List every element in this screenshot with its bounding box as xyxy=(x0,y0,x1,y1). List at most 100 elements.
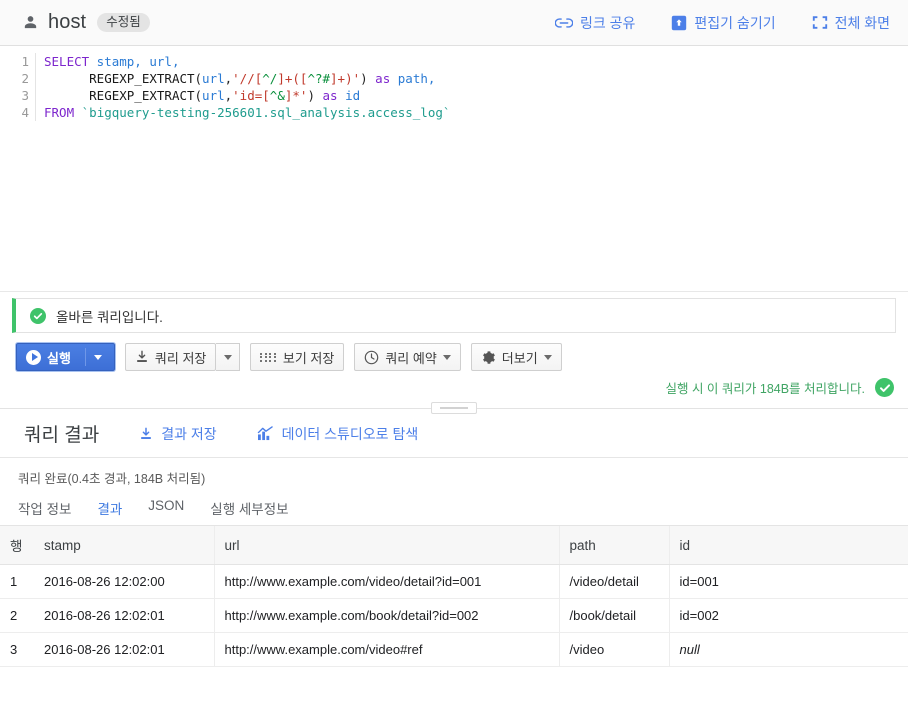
line-number: 2 xyxy=(21,71,29,86)
cell-path: /video/detail xyxy=(558,564,669,599)
sql-regex-1-class2: ^?# xyxy=(307,71,331,86)
cell-row-number: 2 xyxy=(0,598,34,633)
sql-arg-url-2: url xyxy=(202,88,225,103)
sql-line-2: REGEXP_EXTRACT(url,'//[^/]+([^?#]+)') as… xyxy=(44,70,908,87)
sql-select-columns: stamp, url, xyxy=(89,54,180,69)
page-title: host xyxy=(48,11,87,33)
sql-table-reference: `bigquery-testing-256601.sql_analysis.ac… xyxy=(81,105,451,120)
column-header-url: url xyxy=(213,525,559,565)
sql-regex-2-class: ^& xyxy=(269,88,285,103)
table-row[interactable]: 2 2016-08-26 12:02:01 http://www.example… xyxy=(0,598,908,633)
cell-filler xyxy=(749,564,908,599)
run-divider xyxy=(84,348,86,366)
sql-as-1: as xyxy=(367,71,398,86)
splitter-grip[interactable] xyxy=(431,402,477,414)
results-table: 행 stamp url path id 1 2016-08-26 12:02:0… xyxy=(0,525,908,667)
results-tabs: 작업 정보 결과 JSON 실행 세부정보 xyxy=(0,487,908,525)
panel-splitter[interactable] xyxy=(0,402,908,414)
schedule-query-button[interactable]: 쿼리 예약 xyxy=(354,343,461,371)
query-status: 쿼리 완료(0.4초 경과, 184B 처리됨) xyxy=(18,472,206,486)
sql-line-3: REGEXP_EXTRACT(url,'id=[^&]*') as id xyxy=(44,87,908,104)
sql-regex-1-open: '//[ xyxy=(232,71,263,86)
cell-path: /video xyxy=(558,632,669,667)
tab-results[interactable]: 결과 xyxy=(97,498,122,525)
sql-alias-id: id xyxy=(345,88,361,103)
tab-job-info[interactable]: 작업 정보 xyxy=(18,498,71,525)
sql-text[interactable]: SELECT stamp, url, REGEXP_EXTRACT(url,'/… xyxy=(36,53,908,121)
header-title-group: host 수정됨 xyxy=(22,11,150,34)
tab-execution-details[interactable]: 실행 세부정보 xyxy=(210,498,288,525)
save-query-button[interactable]: 쿼리 저장 xyxy=(124,343,217,371)
sql-code-area[interactable]: 1 2 3 4 SELECT stamp, url, REGEXP_EXTRAC… xyxy=(0,46,908,121)
validation-message: 올바른 쿼리입니다. xyxy=(56,309,163,325)
save-results-button[interactable]: 결과 저장 xyxy=(139,424,217,444)
explore-data-studio-label: 데이터 스튜디오로 탐색 xyxy=(281,425,419,442)
sql-regex-2-open: 'id=[ xyxy=(232,88,270,103)
line-number-gutter: 1 2 3 4 xyxy=(0,53,36,121)
more-label: 더보기 xyxy=(501,350,538,366)
query-toolbar: 실행 쿼리 저장 보기 저장 쿼리 예약 더보기 xyxy=(0,333,908,371)
chart-icon xyxy=(257,426,273,441)
column-header-filler xyxy=(749,525,908,565)
results-table-body: 1 2016-08-26 12:02:00 http://www.example… xyxy=(0,564,908,667)
run-button[interactable]: 실행 xyxy=(16,343,115,371)
top-header: host 수정됨 링크 공유 편집기 숨기기 전체 화면 xyxy=(0,0,908,46)
chevron-down-icon[interactable] xyxy=(543,354,552,360)
cell-stamp: 2016-08-26 12:02:01 xyxy=(34,632,214,667)
cell-row-number: 3 xyxy=(0,632,34,667)
line-number: 3 xyxy=(21,88,29,103)
schedule-query-label: 쿼리 예약 xyxy=(385,350,437,366)
save-query-dropdown[interactable] xyxy=(216,343,241,371)
download-icon xyxy=(141,427,152,439)
sql-line-1: SELECT stamp, url, xyxy=(44,53,908,70)
cell-url: http://www.example.com/book/detail?id=00… xyxy=(213,598,559,633)
clock-icon xyxy=(365,350,379,364)
share-link-button[interactable]: 링크 공유 xyxy=(554,13,635,33)
hide-editor-button[interactable]: 편집기 숨기기 xyxy=(671,13,776,33)
sql-keyword-select: SELECT xyxy=(44,54,90,69)
cost-estimate-text: 실행 시 이 쿼리가 184B를 처리합니다. xyxy=(665,382,865,396)
status-badge: 수정됨 xyxy=(97,12,150,33)
sql-fn-regexp-extract-1: REGEXP_EXTRACT xyxy=(89,71,195,86)
fullscreen-button[interactable]: 전체 화면 xyxy=(812,13,890,33)
chevron-down-icon[interactable] xyxy=(442,354,451,360)
column-header-row: 행 xyxy=(0,525,34,565)
query-cost-estimate: 실행 시 이 쿼리가 184B를 처리합니다. xyxy=(0,371,908,397)
sql-paren-open-2: ( xyxy=(194,88,203,103)
column-header-stamp: stamp xyxy=(34,525,214,565)
link-icon xyxy=(554,17,573,28)
cell-path: /book/detail xyxy=(558,598,669,633)
tab-json[interactable]: JSON xyxy=(148,498,184,525)
more-button[interactable]: 더보기 xyxy=(470,343,562,371)
results-title: 쿼리 결과 xyxy=(24,425,100,446)
sql-regex-1-mid: ]+([ xyxy=(277,71,308,86)
table-row[interactable]: 1 2016-08-26 12:02:00 http://www.example… xyxy=(0,564,908,599)
cell-filler xyxy=(749,632,908,667)
hide-editor-label: 편집기 숨기기 xyxy=(694,14,776,31)
check-circle-icon xyxy=(875,378,894,397)
sql-editor[interactable]: 1 2 3 4 SELECT stamp, url, REGEXP_EXTRAC… xyxy=(0,46,908,292)
sql-regex-1-class1: ^/ xyxy=(262,71,278,86)
line-number: 4 xyxy=(21,105,29,120)
run-label: 실행 xyxy=(47,350,71,366)
cell-filler xyxy=(749,598,908,633)
cell-id: id=001 xyxy=(668,564,749,599)
results-header: 쿼리 결과 결과 저장 데이터 스튜디오로 탐색 xyxy=(0,414,908,457)
sql-regex-2-close: ]*' xyxy=(284,88,308,103)
sql-arg-url-1: url xyxy=(202,71,225,86)
gear-icon xyxy=(482,350,495,364)
sql-keyword-from: FROM xyxy=(44,105,75,120)
save-view-button[interactable]: 보기 저장 xyxy=(250,343,345,371)
explore-data-studio-button[interactable]: 데이터 스튜디오로 탐색 xyxy=(257,424,419,444)
cell-stamp: 2016-08-26 12:02:00 xyxy=(34,564,214,599)
table-header-row: 행 stamp url path id xyxy=(0,525,908,565)
validation-message-box: 올바른 쿼리입니다. xyxy=(12,298,896,333)
chevron-down-icon[interactable] xyxy=(93,354,102,360)
sql-paren-close-2: ) xyxy=(307,88,315,103)
sql-paren-close-1: ) xyxy=(360,71,368,86)
save-view-label: 보기 저장 xyxy=(282,350,335,366)
table-row[interactable]: 3 2016-08-26 12:02:01 http://www.example… xyxy=(0,632,908,667)
save-results-label: 결과 저장 xyxy=(161,425,217,442)
sql-as-2: as xyxy=(314,88,346,103)
chevron-down-icon xyxy=(223,354,232,360)
